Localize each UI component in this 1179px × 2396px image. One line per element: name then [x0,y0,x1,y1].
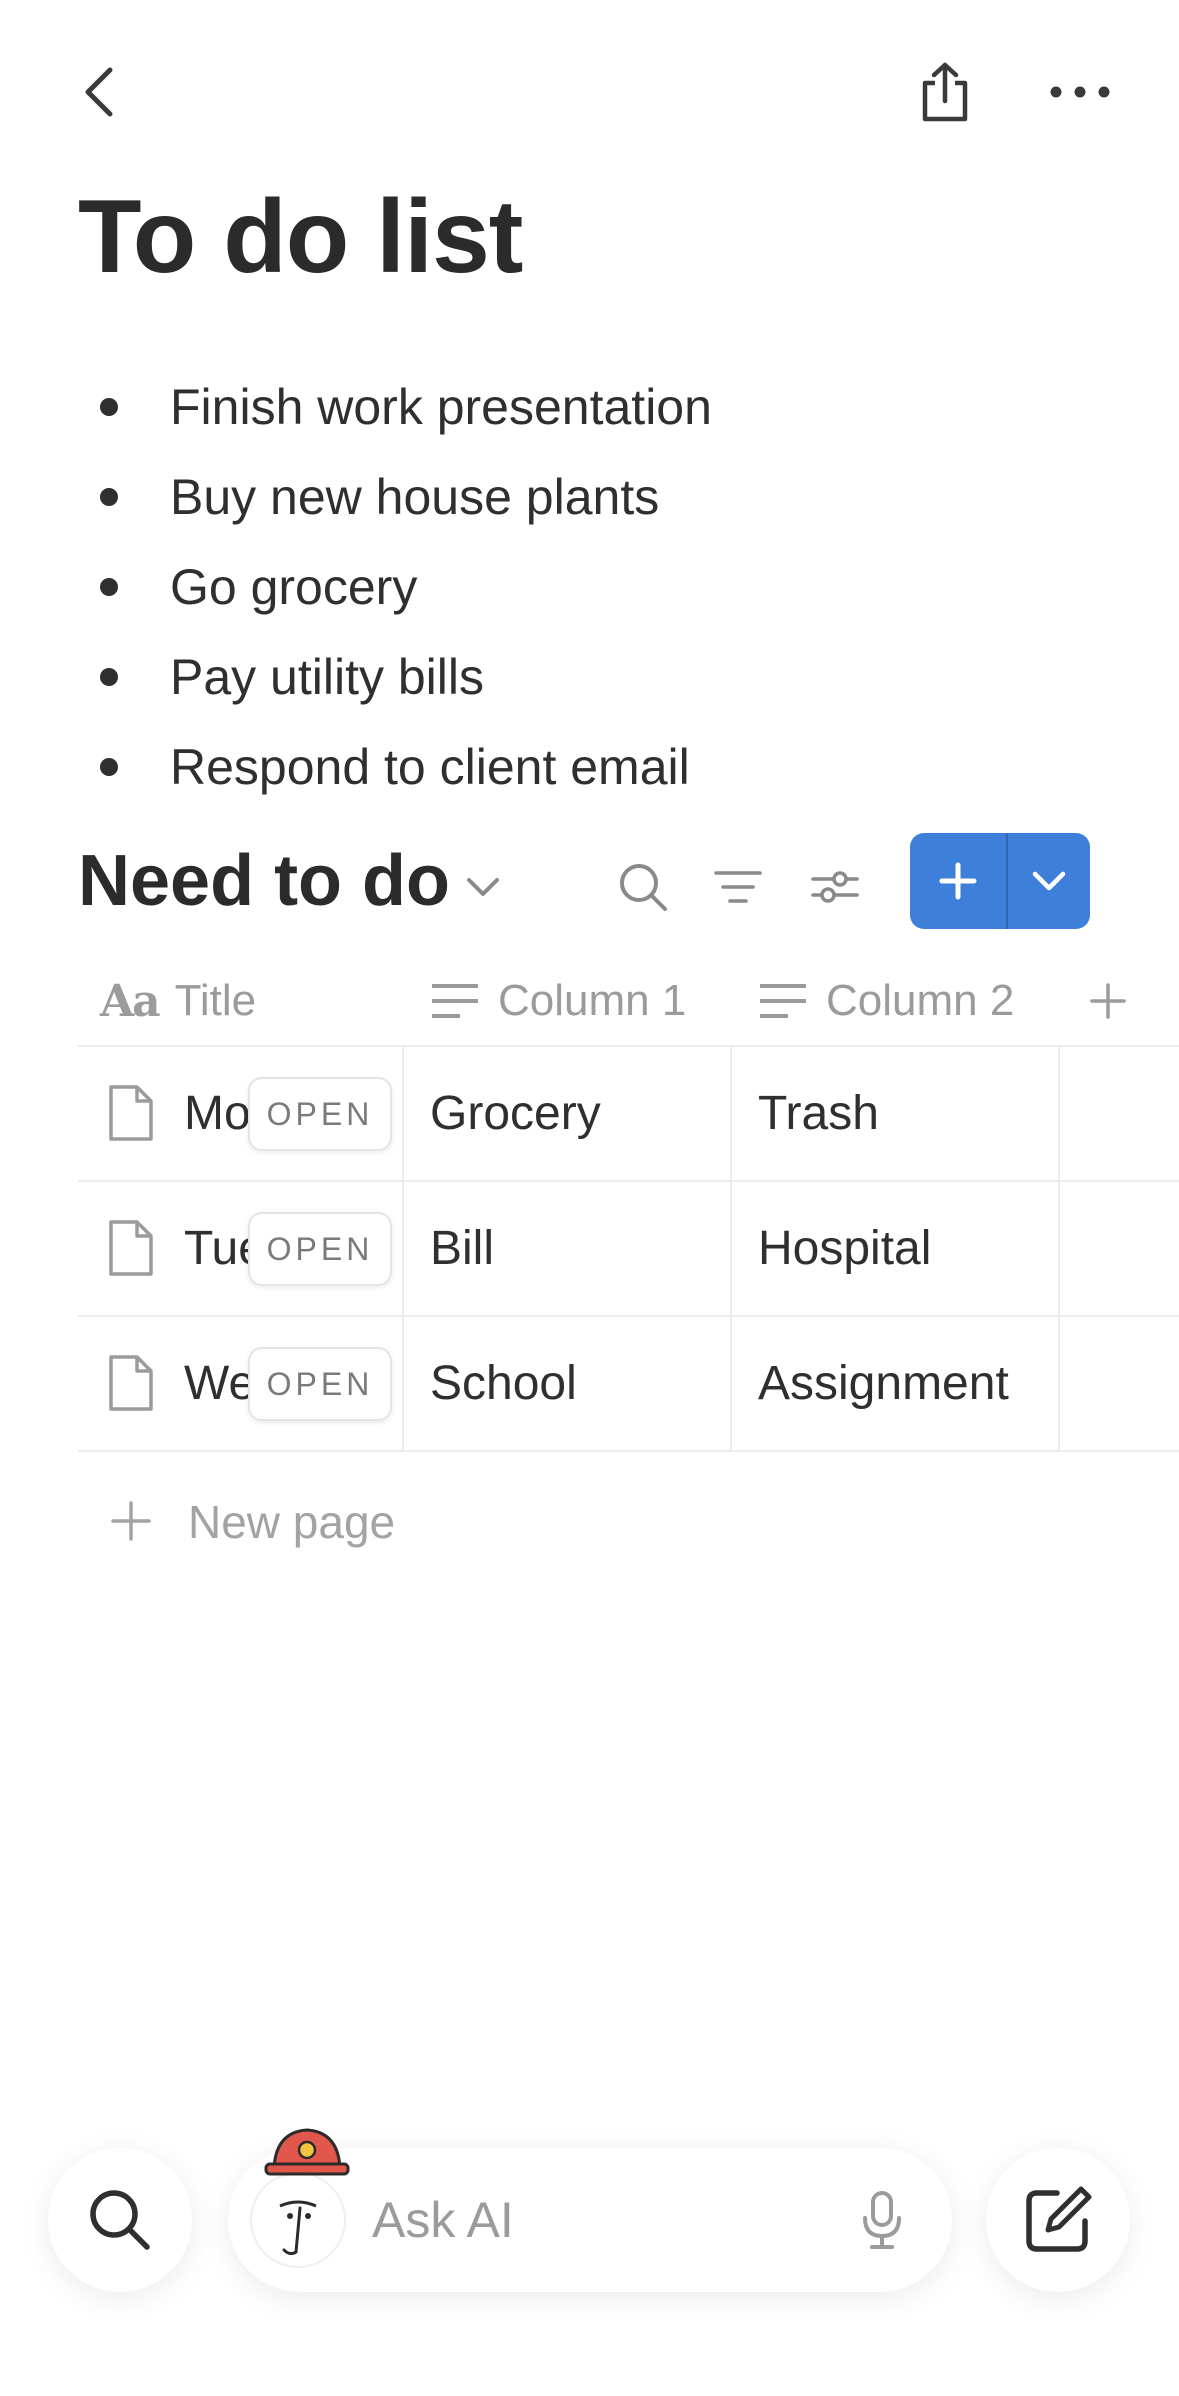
table-row[interactable]: Tue OPEN Bill Hospital [78,1182,1179,1317]
table-row[interactable]: Mo OPEN Grocery Trash [78,1047,1179,1182]
column-header-label: Column 2 [826,976,1015,1025]
share-button[interactable] [910,58,980,128]
compose-button[interactable] [986,2148,1130,2292]
title-cell[interactable]: We OPEN [78,1317,404,1450]
list-item[interactable]: Respond to client email [100,722,712,812]
list-item-text: Buy new house plants [170,469,660,525]
bullet-list: Finish work presentation Buy new house p… [100,362,712,812]
column-header-label: Title [174,976,257,1025]
bullet-dot [100,668,118,686]
list-item-text: Respond to client email [170,739,690,795]
text-lines-icon [432,984,478,1018]
open-button[interactable]: OPEN [248,1347,392,1421]
table-header: Aa Title Column 1 Column 2 [78,955,1179,1047]
new-item-options-button[interactable] [1008,833,1090,929]
list-item[interactable]: Finish work presentation [100,362,712,452]
table-row[interactable]: We OPEN School Assignment [78,1317,1179,1452]
back-button[interactable] [70,62,130,122]
column-1-cell[interactable]: Bill [404,1182,732,1315]
title-cell[interactable]: Tue OPEN [78,1182,404,1315]
column-1-cell[interactable]: School [404,1317,732,1450]
search-button[interactable] [48,2148,192,2292]
document-icon [109,1355,153,1411]
list-item-text: Pay utility bills [170,649,484,705]
notion-page: To do list Finish work presentation Buy … [0,0,1179,2396]
column-2-cell[interactable]: Trash [732,1047,1060,1180]
new-item-button-group [910,833,1090,929]
open-button[interactable]: OPEN [248,1212,392,1286]
more-horizontal-icon [1050,86,1110,98]
list-item[interactable]: Buy new house plants [100,452,712,542]
title-cell[interactable]: Mo OPEN [78,1047,404,1180]
bullet-dot [100,488,118,506]
column-header-column-2[interactable]: Column 2 [758,955,1014,1047]
database-header: Need to do [78,830,1139,930]
column-1-cell[interactable]: Grocery [404,1047,732,1180]
search-icon [620,864,667,911]
share-icon [922,62,968,122]
microphone-button[interactable] [850,2188,914,2252]
top-bar [0,0,1179,190]
bottom-toolbar: Ask AI [0,2100,1179,2360]
new-item-button[interactable] [910,833,1006,929]
open-button[interactable]: OPEN [248,1077,392,1151]
page-title[interactable]: To do list [78,178,523,297]
plus-icon [106,1496,156,1546]
list-item-text: Go grocery [170,559,418,615]
empty-cell [1060,1182,1179,1315]
column-header-title[interactable]: Aa Title [100,955,256,1047]
chevron-down-icon [467,878,499,896]
sliders-icon [811,871,859,903]
chevron-left-icon [85,67,113,117]
bullet-dot [100,578,118,596]
plus-icon [1090,983,1126,1019]
ask-ai-input[interactable]: Ask AI [228,2128,952,2292]
filter-icon [714,871,762,903]
search-icon [90,2190,150,2250]
empty-cell [1060,1047,1179,1180]
column-header-label: Column 1 [498,976,687,1025]
database-title[interactable]: Need to do [78,840,450,922]
chevron-down-icon [1032,871,1066,891]
helmet-icon [264,2128,350,2176]
database-filter-button[interactable] [703,852,773,922]
database-settings-button[interactable] [800,852,870,922]
list-item[interactable]: Go grocery [100,542,712,632]
view-switcher-button[interactable] [458,862,508,912]
text-lines-icon [760,984,806,1018]
column-2-cell[interactable]: Hospital [732,1182,1060,1315]
bullet-dot [100,758,118,776]
more-options-button[interactable] [1040,62,1120,122]
text-property-icon: Aa [100,975,161,1027]
empty-cell [1060,1317,1179,1450]
new-page-button[interactable]: New page [78,1452,1179,1592]
microphone-icon [863,2191,901,2249]
column-2-cell[interactable]: Assignment [732,1317,1060,1450]
list-item-text: Finish work presentation [170,379,712,435]
document-icon [109,1220,153,1276]
bullet-dot [100,398,118,416]
database-search-button[interactable] [608,852,678,922]
compose-icon [1026,2186,1092,2252]
add-column-button[interactable] [1088,955,1146,1047]
ask-ai-placeholder: Ask AI [372,2192,514,2248]
plus-icon [939,862,977,900]
ai-avatar [250,2128,350,2268]
column-header-column-1[interactable]: Column 1 [430,955,686,1047]
database-table: Aa Title Column 1 Column 2 Mo OPEN Groce… [78,955,1179,1592]
ai-face-icon [279,2200,317,2256]
list-item[interactable]: Pay utility bills [100,632,712,722]
new-page-label: New page [188,1496,396,1548]
document-icon [109,1085,153,1141]
